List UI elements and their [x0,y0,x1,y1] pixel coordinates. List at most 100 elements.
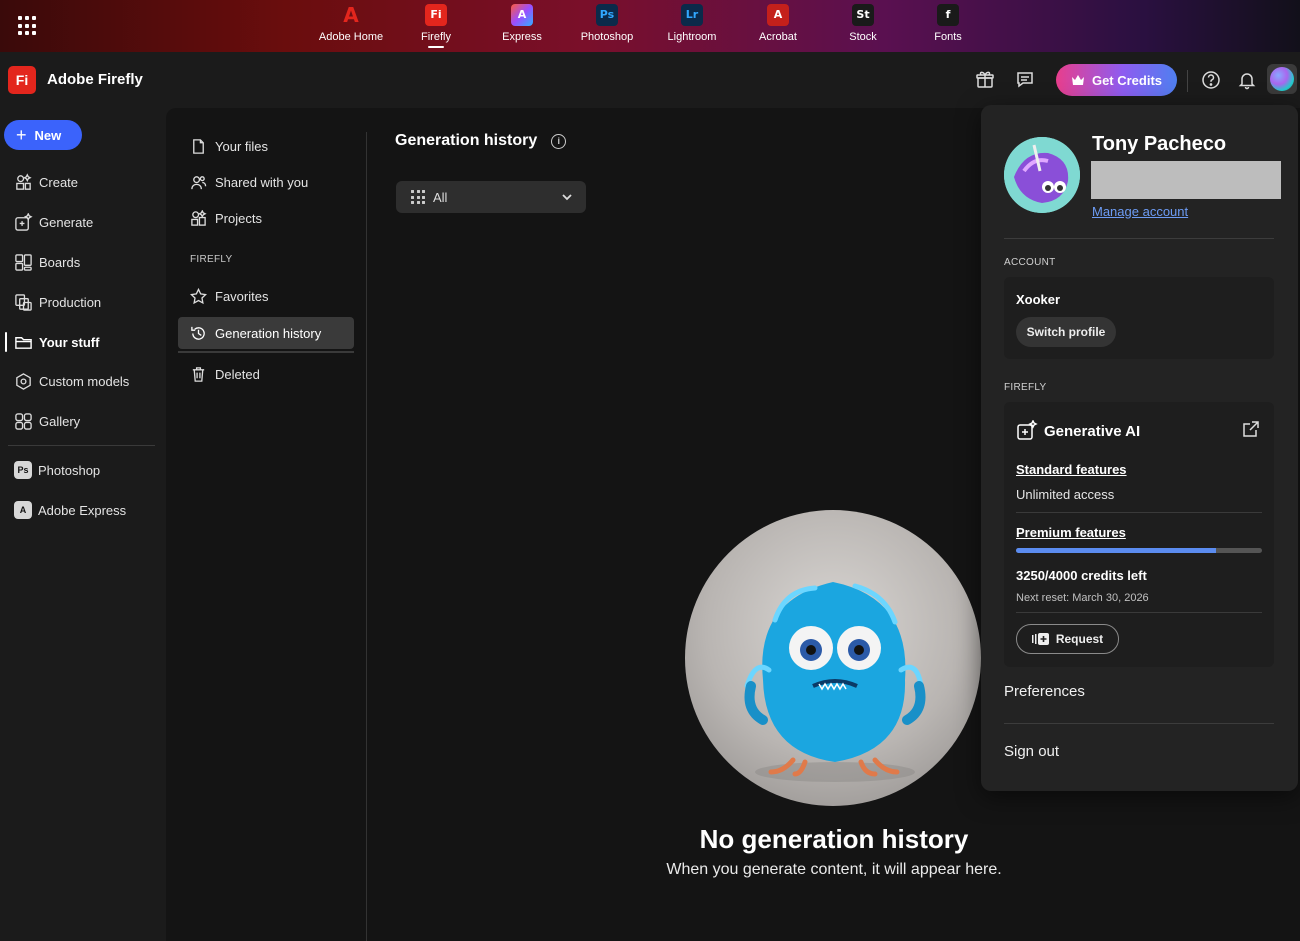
nav-item-generate[interactable]: Generate [14,210,93,234]
nav-item-boards[interactable]: Boards [14,250,80,274]
files-subnav: Your files Shared with you Projects FIRE… [166,108,366,941]
app-label: Acrobat [759,31,797,43]
avatar-image [1270,67,1294,91]
custom-models-icon [16,372,31,390]
production-icon [15,293,32,311]
filter-dropdown[interactable]: All [396,181,586,213]
app-stock[interactable]: St Stock [820,4,906,43]
header: Fi Adobe Firefly Get Credits [0,52,1300,108]
create-icon [16,172,32,190]
express-icon: A [511,4,533,26]
subnav-generation-history[interactable]: Generation history [178,317,354,353]
nav-divider [8,445,155,446]
brand-name[interactable]: Adobe Firefly [47,71,143,88]
app-grid-icon[interactable] [18,16,38,36]
crown-icon [1071,75,1084,85]
page-title: Generation history [395,132,538,149]
sign-out-link[interactable]: Sign out [1004,743,1059,760]
file-icon [193,138,204,154]
nav-item-gallery[interactable]: Gallery [14,409,80,433]
app-label: Firefly [393,31,479,48]
empty-state-illustration [685,510,981,806]
subnav-label: Shared with you [215,174,309,190]
card-divider [1016,512,1262,513]
firefly-icon: Fi [425,4,447,26]
filter-value: All [433,189,448,205]
subnav-section-firefly: FIREFLY [190,254,233,265]
subnav-favorites[interactable]: Favorites [178,280,354,312]
nav-label: Production [39,294,102,310]
plus-icon: + [16,125,27,145]
nav-label: Adobe Express [38,502,127,518]
firefly-section-label: FIREFLY [1004,382,1047,393]
projects-icon [191,209,207,226]
nav-item-custom-models[interactable]: Custom models [14,369,129,393]
generative-ai-card: Generative AI Standard features Unlimite… [1004,402,1274,667]
generative-ai-heading: Generative AI [1016,420,1140,442]
nav-item-photoshop[interactable]: Ps Photoshop [14,458,100,482]
bell-icon[interactable] [1237,70,1257,90]
info-icon[interactable]: i [551,133,567,149]
subnav-label: Projects [215,210,262,226]
app-label: Lightroom [667,31,717,43]
app-firefly[interactable]: Fi Firefly [393,4,479,48]
profile-name: Tony Pacheco [1092,133,1227,155]
people-icon [191,175,207,189]
profile-avatar [1004,137,1080,213]
nav-label: Generate [39,214,94,230]
app-adobe-home[interactable]: A Adobe Home [308,4,394,43]
card-divider [1016,612,1262,613]
app-lightroom[interactable]: Lr Lightroom [649,4,735,43]
subnav-label: Deleted [215,366,260,382]
subnav-label: Generation history [215,325,322,341]
acrobat-icon: A [767,4,789,26]
app-acrobat[interactable]: A Acrobat [735,4,821,43]
gift-icon[interactable] [975,70,995,90]
app-express[interactable]: A Express [479,4,565,43]
external-link-icon[interactable] [1242,420,1260,438]
help-icon[interactable] [1201,70,1221,90]
credits-progress-fill [1016,548,1216,553]
preferences-link[interactable]: Preferences [1004,683,1085,700]
feedback-icon[interactable] [1015,70,1035,90]
app-photoshop[interactable]: Ps Photoshop [564,4,650,43]
adobe-logo-icon: A [343,3,359,27]
new-button[interactable]: + New [4,120,82,150]
nav-label: Create [39,174,79,190]
gallery-icon [15,412,32,430]
unlimited-access-text: Unlimited access [1016,487,1115,502]
manage-account-link[interactable]: Manage account [1092,204,1188,219]
nav-item-production[interactable]: Production [14,290,101,314]
folder-icon [15,336,32,349]
nav-label: Gallery [39,413,81,429]
generative-ai-icon [1017,420,1038,440]
app-label: Express [502,31,542,43]
photoshop-icon: Ps [14,461,32,479]
popover-divider [1004,723,1274,724]
get-credits-button[interactable]: Get Credits [1056,64,1177,96]
get-credits-label: Get Credits [1091,72,1163,88]
request-button[interactable]: Request [1016,624,1119,654]
app-fonts[interactable]: f Fonts [905,4,991,43]
next-reset: Next reset: March 30, 2026 [1016,592,1149,604]
chevron-down-icon [562,194,572,201]
express-icon: A [14,501,32,519]
nav-item-your-stuff[interactable]: Your stuff [14,330,99,354]
premium-features-link[interactable]: Premium features [1016,525,1126,540]
subnav-divider [366,132,367,941]
account-name: Xooker [1016,292,1061,307]
nav-item-create[interactable]: Create [14,170,78,194]
subnav-deleted[interactable]: Deleted [178,358,354,390]
account-card: Xooker Switch profile [1004,277,1274,359]
firefly-logo[interactable]: Fi [8,66,36,94]
generative-ai-label: Generative AI [1044,422,1141,440]
active-indicator [5,332,7,352]
avatar[interactable] [1267,64,1297,94]
app-switcher-bar: A Adobe Home Fi Firefly A Express Ps Photoshop L… [0,0,1300,52]
subnav-shared-with-you[interactable]: Shared with you [178,166,354,198]
switch-profile-button[interactable]: Switch profile [1016,317,1116,347]
subnav-your-files[interactable]: Your files [178,130,354,162]
nav-item-adobe-express[interactable]: A Adobe Express [14,498,126,522]
subnav-projects[interactable]: Projects [178,202,354,234]
standard-features-link[interactable]: Standard features [1016,462,1127,477]
